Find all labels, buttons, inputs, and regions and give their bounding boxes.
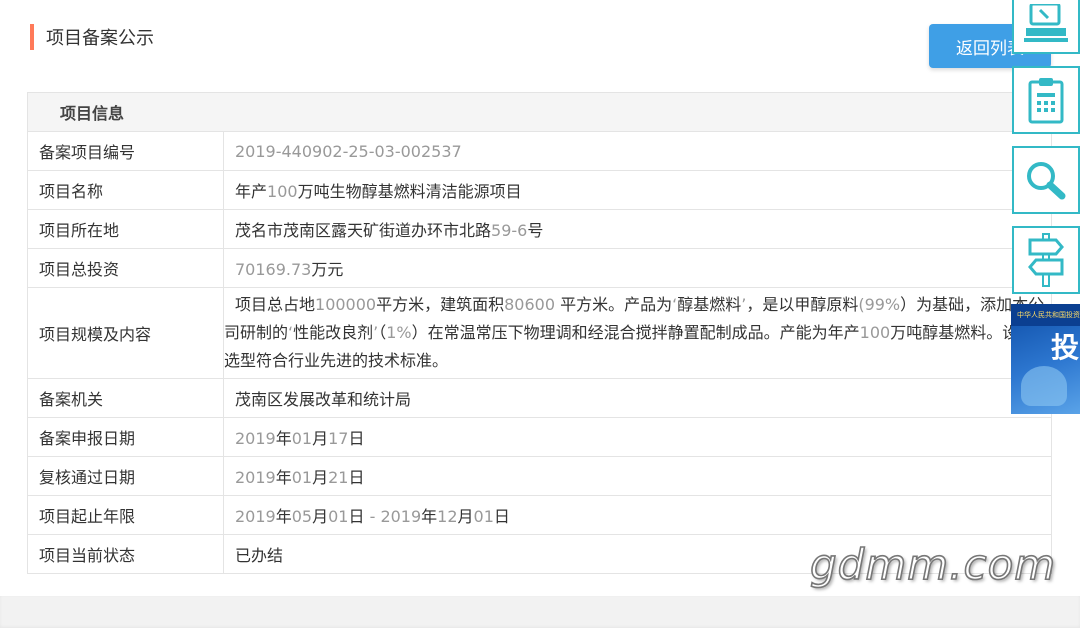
date-unit: 日 (493, 507, 510, 526)
text-segment: 年产 (235, 182, 268, 201)
computer-icon (1024, 4, 1068, 42)
date-unit: 月 (312, 429, 329, 448)
row-label: 项目名称 (27, 170, 224, 210)
row-label: 备案机关 (27, 378, 224, 418)
signpost-icon (1028, 233, 1064, 287)
text-segment: 平方米，建筑面积 (376, 295, 505, 314)
number-segment: 59-6 (491, 221, 528, 240)
date-month: 01 (291, 468, 313, 487)
date-month: 05 (291, 507, 313, 526)
period-value: 2019年05月01日 - 2019年12月01日 (223, 495, 1052, 535)
row-label: 备案项目编号 (27, 131, 224, 171)
number-segment: 100 (267, 182, 298, 201)
number-segment: 100000 (315, 295, 377, 314)
date-separator: - (364, 507, 381, 526)
text-segment: 项目总占地 (235, 295, 316, 314)
table-row: 复核通过日期 2019年01月21日 (27, 456, 1052, 496)
side-tool-signpost[interactable] (1012, 226, 1080, 294)
row-label: 项目当前状态 (27, 534, 224, 574)
text-segment: ）在常温常压下物理调和经混合搅拌静置配制成品。产能为年产 (411, 323, 860, 342)
page-header: 项目备案公示 (30, 24, 154, 50)
table-row: 项目规模及内容 项目总占地100000平方米，建筑面积80600 平方米。产品为… (27, 287, 1052, 379)
date-month: 12 (437, 507, 458, 526)
table-row: 备案申报日期 2019年01月17日 (27, 417, 1052, 457)
date-day: 01 (328, 507, 349, 526)
date-unit: 年 (275, 507, 292, 526)
table-row: 备案机关 茂南区发展改革和统计局 (27, 378, 1052, 418)
project-info-table: 项目信息 备案项目编号 2019-440902-25-03-002537 项目名… (27, 92, 1052, 574)
text-segment: 醇基燃料 (677, 295, 742, 314)
text-segment: 万吨生物醇基燃料清洁能源项目 (297, 182, 522, 201)
search-icon (1027, 162, 1066, 200)
approve-date-value: 2019年01月21日 (223, 456, 1052, 496)
date-unit: 月 (457, 507, 474, 526)
date-unit: 年 (421, 507, 438, 526)
section-title: 项目信息 (27, 92, 1052, 132)
text-segment: 茂名市茂南区露天矿街道办环市北路 (235, 221, 492, 240)
date-unit: 日 (348, 507, 365, 526)
promo-banner[interactable]: 中华人民共和国投资项目在线审批 投 (1011, 304, 1080, 414)
side-tool-computer[interactable] (1012, 0, 1080, 54)
text-segment: 万元 (311, 260, 344, 279)
table-row: 备案项目编号 2019-440902-25-03-002537 (27, 131, 1052, 171)
number-segment: 100 (859, 323, 891, 342)
date-month: 01 (291, 429, 313, 448)
text-segment: 性能改良剂 (293, 323, 374, 342)
date-unit: 月 (312, 468, 329, 487)
banner-big-char: 投 (1051, 331, 1080, 364)
row-label: 项目总投资 (27, 248, 224, 288)
text-segment: 平方米。产品为 (555, 295, 673, 314)
row-label: 复核通过日期 (27, 456, 224, 496)
date-year: 2019 (380, 507, 422, 526)
banner-graphic (1021, 366, 1067, 406)
number-segment: 70169.73 (235, 260, 312, 279)
table-row: 项目总投资 70169.73万元 (27, 248, 1052, 288)
date-unit: 年 (275, 468, 292, 487)
watermark: gdmm.com (809, 539, 1057, 590)
bottom-strip (0, 596, 1080, 628)
project-scale-value: 项目总占地100000平方米，建筑面积80600 平方米。产品为‘醇基燃料’，是… (223, 287, 1052, 379)
date-day: 21 (328, 468, 349, 487)
project-investment-value: 70169.73万元 (223, 248, 1052, 288)
banner-small-text: 中华人民共和国投资项目在线审批 (1017, 311, 1080, 319)
text-segment: ，是以甲醇原料 (746, 295, 859, 314)
date-year: 2019 (235, 429, 276, 448)
date-year: 2019 (235, 507, 276, 526)
side-tool-clipboard[interactable] (1012, 66, 1080, 134)
declare-date-value: 2019年01月17日 (223, 417, 1052, 457)
date-unit: 日 (348, 468, 365, 487)
header-accent-bar (30, 24, 34, 50)
row-label: 项目规模及内容 (27, 287, 224, 379)
table-row: 项目名称 年产100万吨生物醇基燃料清洁能源项目 (27, 170, 1052, 210)
project-name-value: 年产100万吨生物醇基燃料清洁能源项目 (223, 170, 1052, 210)
row-label: 项目所在地 (27, 209, 224, 249)
clipboard-icon (1028, 78, 1064, 124)
number-segment: 80600 (504, 295, 556, 314)
date-day: 01 (473, 507, 494, 526)
project-location-value: 茂名市茂南区露天矿街道办环市北路59-6号 (223, 209, 1052, 249)
date-unit: 年 (275, 429, 292, 448)
table-row: 项目起止年限 2019年05月01日 - 2019年12月01日 (27, 495, 1052, 535)
date-day: 17 (328, 429, 349, 448)
row-label: 备案申报日期 (27, 417, 224, 457)
date-year: 2019 (235, 468, 276, 487)
side-tool-search[interactable] (1012, 146, 1080, 214)
number-segment: 1% (386, 323, 412, 342)
project-code-value: 2019-440902-25-03-002537 (223, 131, 1052, 171)
date-unit: 月 (312, 507, 329, 526)
section-header-row: 项目信息 (27, 92, 1052, 132)
number-segment: (99% (858, 295, 901, 314)
row-label: 项目起止年限 (27, 495, 224, 535)
text-segment: 号 (527, 221, 544, 240)
date-unit: 日 (348, 429, 365, 448)
authority-value: 茂南区发展改革和统计局 (223, 378, 1052, 418)
page-title: 项目备案公示 (46, 28, 154, 49)
table-row: 项目所在地 茂名市茂南区露天矿街道办环市北路59-6号 (27, 209, 1052, 249)
